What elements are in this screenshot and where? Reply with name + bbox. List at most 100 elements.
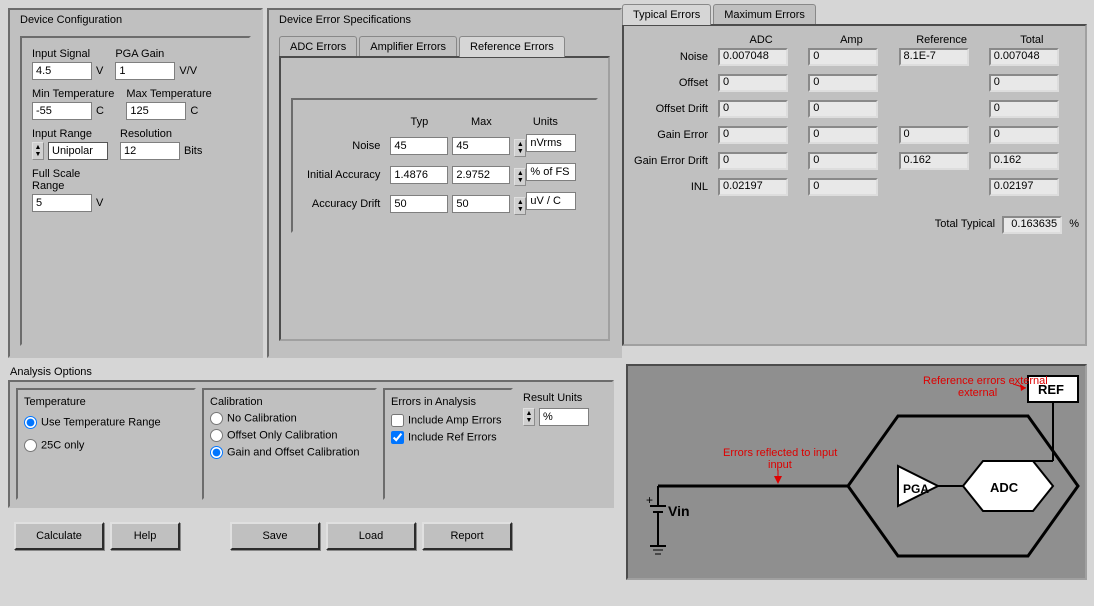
ad-max-field[interactable] [452,195,510,213]
ged-ref-val: 0.162 [899,152,969,170]
include-ref-errors-check[interactable] [391,431,404,444]
temp-group-title: Temperature [24,396,188,408]
temp-25c-radio[interactable] [24,439,37,452]
tab-maximum-errors[interactable]: Maximum Errors [713,4,816,25]
save-button[interactable]: Save [230,522,320,550]
analysis-title: Analysis Options [10,366,618,378]
od-adc-val: 0 [718,100,788,118]
inl-tot-val: 0.02197 [989,178,1059,196]
tab-reference-errors[interactable]: Reference Errors [459,36,565,57]
input-range-field[interactable] [48,142,108,160]
report-button[interactable]: Report [422,522,512,550]
fsr-label: Full Scale Range [32,168,92,192]
tab-amplifier-errors[interactable]: Amplifier Errors [359,36,457,57]
min-temp-label: Min Temperature [32,88,114,100]
input-range-label: Input Range [32,128,108,140]
max-temp-label: Max Temperature [126,88,211,100]
row-gain-error: Gain Error [634,126,714,144]
input-signal-label: Input Signal [32,48,103,60]
resolution-label: Resolution [120,128,202,140]
input-range-stepper[interactable]: ▲▼ [32,142,44,160]
min-temp-field[interactable] [32,102,92,120]
pga-gain-label: PGA Gain [115,48,197,60]
svg-text:ADC: ADC [990,480,1019,495]
ia-label: Initial Accuracy [307,163,386,186]
calculate-button[interactable]: Calculate [14,522,104,550]
tab-adc-errors[interactable]: ADC Errors [279,36,357,57]
cal-none-radio[interactable] [210,412,223,425]
od-tot-val: 0 [989,100,1059,118]
resolution-field[interactable] [120,142,180,160]
col-amp: Amp [808,34,894,46]
result-units-stepper[interactable]: ▲▼ [523,408,535,426]
noise-typ-field[interactable] [390,137,448,155]
ad-unit-field[interactable] [526,192,576,210]
ia-max-field[interactable] [452,166,510,184]
ged-adc-val: 0 [718,152,788,170]
total-typical-val: 0.163635 [1002,216,1062,234]
col-adc: ADC [718,34,804,46]
ia-unit-stepper[interactable]: ▲▼ [514,168,526,186]
col-typ: Typ [390,116,448,128]
offset-adc-val: 0 [718,74,788,92]
dev-err-title: Device Error Specifications [279,14,610,26]
help-button[interactable]: Help [110,522,180,550]
ge-tot-val: 0 [989,126,1059,144]
result-units-label: Result Units [523,392,595,404]
offset-amp-val: 0 [808,74,878,92]
col-total: Total [989,34,1075,46]
total-typical-label: Total Typical [935,218,995,230]
col-max: Max [452,116,510,128]
ged-tot-val: 0.162 [989,152,1059,170]
cal-offset-radio[interactable] [210,429,223,442]
fsr-field[interactable] [32,194,92,212]
row-noise: Noise [634,48,714,66]
max-temp-field[interactable] [126,102,186,120]
row-offset: Offset [634,74,714,92]
noise-unit-field[interactable] [526,134,576,152]
inl-adc-val: 0.02197 [718,178,788,196]
ad-typ-field[interactable] [390,195,448,213]
cal-group-title: Calibration [210,396,369,408]
ia-typ-field[interactable] [390,166,448,184]
od-amp-val: 0 [808,100,878,118]
include-amp-errors-check[interactable] [391,414,404,427]
input-signal-field[interactable] [32,62,92,80]
svg-text:external: external [958,387,997,399]
svg-text:Vin: Vin [668,503,690,519]
signal-chain-diagram: + Vin PGA ADC REF Reference errors exter… [628,366,1089,582]
tab-typical-errors[interactable]: Typical Errors [622,4,711,25]
svg-text:+: + [646,493,653,507]
noise-amp-val: 0 [808,48,878,66]
temp-range-radio[interactable] [24,416,37,429]
result-units-field[interactable] [539,408,589,426]
col-ref: Reference [899,34,985,46]
svg-text:Errors reflected to input: Errors reflected to input [723,447,837,459]
svg-text:input: input [768,459,792,471]
cal-gainoffset-radio[interactable] [210,446,223,459]
noise-unit-stepper[interactable]: ▲▼ [514,139,526,157]
svg-text:PGA: PGA [903,482,929,496]
col-units: Units [514,116,576,128]
noise-tot-val: 0.007048 [989,48,1059,66]
dev-config-title: Device Configuration [20,14,251,26]
ge-adc-val: 0 [718,126,788,144]
err-group-title: Errors in Analysis [391,396,505,408]
row-ged: Gain Error Drift [634,152,714,170]
ad-label: Accuracy Drift [307,192,386,215]
noise-label: Noise [307,134,386,157]
ia-unit-field[interactable] [526,163,576,181]
ad-unit-stepper[interactable]: ▲▼ [514,197,526,215]
noise-ref-val: 8.1E-7 [899,48,969,66]
ged-amp-val: 0 [808,152,878,170]
load-button[interactable]: Load [326,522,416,550]
inl-amp-val: 0 [808,178,878,196]
ge-amp-val: 0 [808,126,878,144]
noise-max-field[interactable] [452,137,510,155]
offset-tot-val: 0 [989,74,1059,92]
row-inl: INL [634,178,714,196]
row-offset-drift: Offset Drift [634,100,714,118]
pga-gain-field[interactable] [115,62,175,80]
noise-adc-val: 0.007048 [718,48,788,66]
ge-ref-val: 0 [899,126,969,144]
